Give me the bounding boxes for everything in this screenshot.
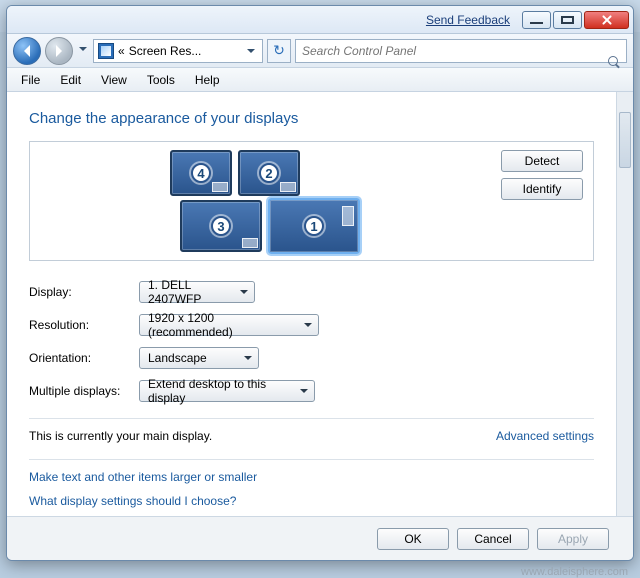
- separator: [29, 418, 594, 419]
- orientation-label: Orientation:: [29, 351, 139, 365]
- row-display: Display: 1. DELL 2407WFP: [29, 281, 594, 303]
- address-dropdown-icon[interactable]: [244, 44, 258, 58]
- menu-edit[interactable]: Edit: [50, 70, 91, 90]
- scrollbar[interactable]: [616, 92, 633, 516]
- scrollbar-thumb[interactable]: [619, 112, 631, 168]
- main-panel: Change the appearance of your displays 4…: [7, 92, 616, 516]
- row-resolution: Resolution: 1920 x 1200 (recommended): [29, 314, 594, 336]
- status-row: This is currently your main display. Adv…: [29, 429, 594, 443]
- monitor-1-badge: 1: [304, 216, 324, 236]
- menu-help[interactable]: Help: [185, 70, 230, 90]
- control-panel-icon: [98, 43, 114, 59]
- monitor-4[interactable]: 4: [170, 150, 232, 196]
- row-orientation: Orientation: Landscape: [29, 347, 594, 369]
- taskbar-icon: [212, 182, 228, 192]
- close-button[interactable]: [584, 11, 629, 29]
- monitor-2[interactable]: 2: [238, 150, 300, 196]
- display-arrangement-box: 4 2 3 1: [29, 141, 594, 261]
- titlebar: Send Feedback: [7, 6, 633, 34]
- ok-button[interactable]: OK: [377, 528, 449, 550]
- forward-button[interactable]: [45, 37, 73, 65]
- monitor-2-badge: 2: [259, 163, 279, 183]
- display-dropdown[interactable]: 1. DELL 2407WFP: [139, 281, 255, 303]
- search-input[interactable]: [296, 44, 602, 58]
- arrange-side-buttons: Detect Identify: [501, 142, 593, 260]
- explorer-window: Send Feedback « Screen Res... ↻ File Edi…: [6, 5, 634, 561]
- orientation-dropdown[interactable]: Landscape: [139, 347, 259, 369]
- menu-view[interactable]: View: [91, 70, 137, 90]
- maximize-button[interactable]: [553, 11, 582, 29]
- address-prefix: «: [118, 44, 125, 58]
- search-box[interactable]: [295, 39, 627, 63]
- taskbar-icon: [242, 238, 258, 248]
- apply-button: Apply: [537, 528, 609, 550]
- refresh-button[interactable]: ↻: [267, 39, 291, 63]
- nav-history-dropdown[interactable]: [77, 41, 89, 61]
- which-settings-link[interactable]: What display settings should I choose?: [29, 494, 594, 508]
- main-display-status: This is currently your main display.: [29, 429, 212, 443]
- cancel-button[interactable]: Cancel: [457, 528, 529, 550]
- taskbar-icon: [280, 182, 296, 192]
- menu-tools[interactable]: Tools: [137, 70, 185, 90]
- monitor-1[interactable]: 1: [268, 198, 360, 254]
- page-title: Change the appearance of your displays: [29, 110, 594, 127]
- taskbar-icon: [342, 206, 354, 226]
- identify-button[interactable]: Identify: [501, 178, 583, 200]
- menu-file[interactable]: File: [11, 70, 50, 90]
- watermark: www.daleisphere.com: [521, 566, 628, 578]
- row-multi: Multiple displays: Extend desktop to thi…: [29, 380, 594, 402]
- resolution-label: Resolution:: [29, 318, 139, 332]
- advanced-settings-link[interactable]: Advanced settings: [496, 429, 594, 443]
- monitor-3[interactable]: 3: [180, 200, 262, 252]
- minimize-button[interactable]: [522, 11, 551, 29]
- detect-button[interactable]: Detect: [501, 150, 583, 172]
- multi-label: Multiple displays:: [29, 384, 139, 398]
- monitor-3-badge: 3: [211, 216, 231, 236]
- monitor-canvas[interactable]: 4 2 3 1: [30, 142, 501, 260]
- separator: [29, 459, 594, 460]
- back-button[interactable]: [13, 37, 41, 65]
- address-text: Screen Res...: [129, 44, 240, 58]
- content-area: Change the appearance of your displays 4…: [7, 92, 633, 516]
- multi-dropdown[interactable]: Extend desktop to this display: [139, 380, 315, 402]
- display-label: Display:: [29, 285, 139, 299]
- address-bar[interactable]: « Screen Res...: [93, 39, 263, 63]
- dialog-footer: OK Cancel Apply: [7, 516, 633, 560]
- send-feedback-link[interactable]: Send Feedback: [426, 13, 510, 27]
- menu-bar: File Edit View Tools Help: [7, 68, 633, 92]
- monitor-4-badge: 4: [191, 163, 211, 183]
- nav-toolbar: « Screen Res... ↻: [7, 34, 633, 68]
- make-text-larger-link[interactable]: Make text and other items larger or smal…: [29, 470, 594, 484]
- resolution-dropdown[interactable]: 1920 x 1200 (recommended): [139, 314, 319, 336]
